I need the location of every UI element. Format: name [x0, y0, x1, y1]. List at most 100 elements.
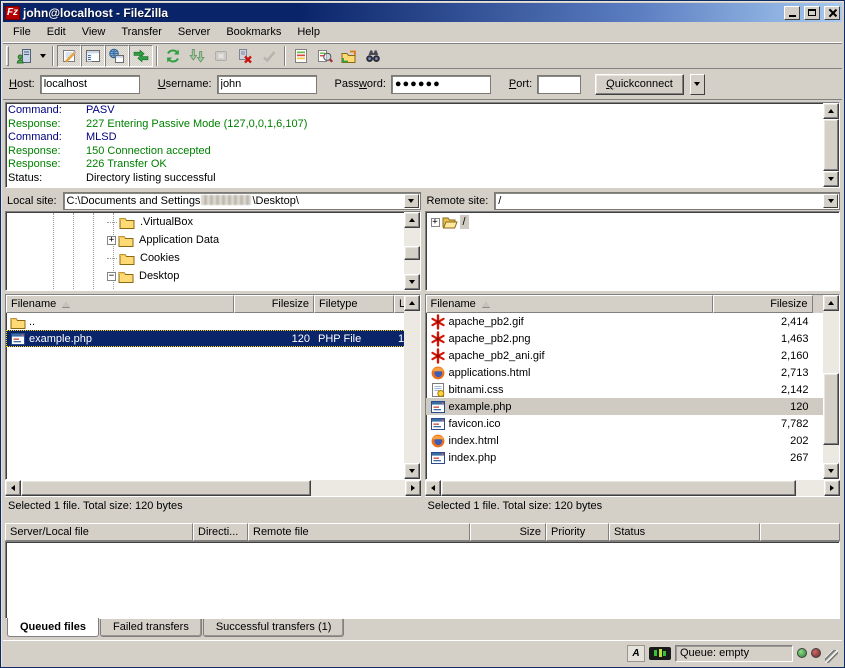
username-input[interactable] [217, 75, 317, 94]
column-header-filename[interactable]: Filename [6, 295, 234, 313]
menu-file[interactable]: File [5, 23, 39, 41]
file-row[interactable]: index.html202 [426, 432, 840, 449]
file-row[interactable]: bitnami.css2,142 [426, 381, 840, 398]
tree-item[interactable]: +Application Data [7, 231, 403, 249]
minimize-button[interactable] [784, 6, 800, 20]
queue-column-status[interactable]: Status [609, 523, 760, 541]
minimize-icon [789, 15, 796, 17]
scroll-left-button[interactable] [425, 480, 441, 496]
queue-column-serverlocalfile[interactable]: Server/Local file [5, 523, 193, 541]
remote-list-hscrollbar[interactable] [425, 480, 841, 496]
scroll-thumb[interactable] [441, 480, 796, 496]
maximize-button[interactable] [804, 6, 820, 20]
local-site-combo[interactable]: C:\Documents and Settings\Desktop\ [63, 192, 421, 210]
queue-column-priority[interactable]: Priority [546, 523, 609, 541]
password-input[interactable] [391, 75, 491, 94]
site-manager-dropdown-button[interactable] [36, 45, 49, 67]
scroll-up-button[interactable] [823, 295, 839, 311]
toggle-local-tree-button[interactable] [81, 45, 105, 67]
menu-edit[interactable]: Edit [39, 23, 74, 41]
close-button[interactable] [824, 6, 840, 20]
scroll-thumb[interactable] [404, 246, 420, 260]
file-row[interactable]: applications.html2,713 [426, 364, 840, 381]
tree-guide [107, 258, 117, 259]
menu-server[interactable]: Server [170, 23, 218, 41]
find-files-button[interactable] [361, 45, 385, 67]
site-manager-button[interactable] [12, 45, 36, 67]
file-row[interactable]: apache_pb2_ani.gif2,160 [426, 347, 840, 364]
local-list-hscrollbar[interactable] [5, 480, 421, 496]
title-bar: Fz john@localhost - FileZilla [3, 3, 842, 22]
column-header-filename[interactable]: Filename [426, 295, 713, 313]
file-row[interactable]: example.php120 [426, 398, 840, 415]
data-type-icon[interactable]: A [627, 645, 645, 662]
directory-comparison-button[interactable] [313, 45, 337, 67]
cancel-operation-button[interactable] [209, 45, 233, 67]
host-input[interactable] [40, 75, 140, 94]
scroll-right-button[interactable] [824, 480, 840, 496]
file-row[interactable]: apache_pb2.png1,463 [426, 330, 840, 347]
toggle-transfer-queue-button[interactable] [129, 45, 153, 67]
file-row[interactable]: favicon.ico7,782 [426, 415, 840, 432]
scroll-down-button[interactable] [823, 463, 839, 479]
queue-column-directi[interactable]: Directi... [193, 523, 248, 541]
scroll-thumb[interactable] [21, 480, 311, 496]
tab-failed-transfers[interactable]: Failed transfers [100, 619, 202, 637]
remote-site-combo[interactable]: / [494, 192, 840, 210]
scroll-down-button[interactable] [404, 274, 420, 290]
tree-item[interactable]: Cookies [7, 249, 403, 267]
column-header-filesize[interactable]: Filesize [713, 295, 813, 313]
toggle-remote-tree-button[interactable] [105, 45, 129, 67]
scroll-left-button[interactable] [5, 480, 21, 496]
tab-successful-transfers-1-[interactable]: Successful transfers (1) [203, 619, 345, 637]
reconnect-button[interactable] [257, 45, 281, 67]
queue-column-size[interactable]: Size [470, 523, 546, 541]
column-header-filetype[interactable]: Filetype [314, 295, 394, 313]
scroll-down-button[interactable] [823, 171, 839, 187]
quickconnect-dropdown-button[interactable] [690, 74, 705, 95]
column-header-filesize[interactable]: Filesize [234, 295, 314, 313]
filename-filters-button[interactable] [289, 45, 313, 67]
local-list-scrollbar[interactable] [404, 295, 420, 479]
menu-view[interactable]: View [74, 23, 114, 41]
process-queue-button[interactable] [185, 45, 209, 67]
resize-grip-icon[interactable] [825, 650, 838, 663]
local-site-dropdown-button[interactable] [404, 194, 419, 208]
port-input[interactable] [537, 75, 581, 94]
speed-limits-icon[interactable] [649, 647, 671, 660]
refresh-button[interactable] [161, 45, 185, 67]
toolbar-grip[interactable] [6, 46, 9, 66]
local-tree-scrollbar[interactable] [404, 212, 420, 290]
file-row[interactable]: .. [6, 313, 420, 330]
scroll-thumb[interactable] [823, 119, 839, 171]
scroll-down-button[interactable] [404, 463, 420, 479]
menu-transfer[interactable]: Transfer [113, 23, 170, 41]
toggle-message-log-button[interactable] [57, 45, 81, 67]
disconnect-button[interactable] [233, 45, 257, 67]
scroll-right-button[interactable] [405, 480, 421, 496]
scroll-up-button[interactable] [404, 212, 420, 228]
message-log-scrollbar[interactable] [823, 103, 839, 187]
menu-help[interactable]: Help [289, 23, 328, 41]
queue-column-remotefile[interactable]: Remote file [248, 523, 470, 541]
queue-splitter[interactable] [3, 516, 842, 523]
collapse-icon[interactable]: − [107, 272, 116, 281]
file-row[interactable]: apache_pb2.gif2,414 [426, 313, 840, 330]
expand-icon[interactable]: + [107, 236, 116, 245]
menu-bookmarks[interactable]: Bookmarks [218, 23, 289, 41]
file-row[interactable]: index.php267 [426, 449, 840, 466]
scroll-up-button[interactable] [404, 295, 420, 311]
file-row[interactable]: example.php120PHP File1 [6, 330, 420, 347]
scroll-up-button[interactable] [823, 103, 839, 119]
local-site-label: Local site: [5, 195, 59, 207]
quickconnect-button[interactable]: Quickconnect [595, 74, 684, 95]
tab-queued-files[interactable]: Queued files [7, 618, 99, 637]
remote-site-dropdown-button[interactable] [823, 194, 838, 208]
synchronized-browsing-button[interactable] [337, 45, 361, 67]
tree-item[interactable]: .VirtualBox [7, 213, 403, 231]
scroll-thumb[interactable] [823, 373, 839, 445]
tree-item[interactable]: +/ [427, 213, 839, 231]
remote-list-scrollbar[interactable] [823, 295, 839, 479]
tree-item[interactable]: −Desktop [7, 267, 403, 285]
expand-icon[interactable]: + [431, 218, 440, 227]
